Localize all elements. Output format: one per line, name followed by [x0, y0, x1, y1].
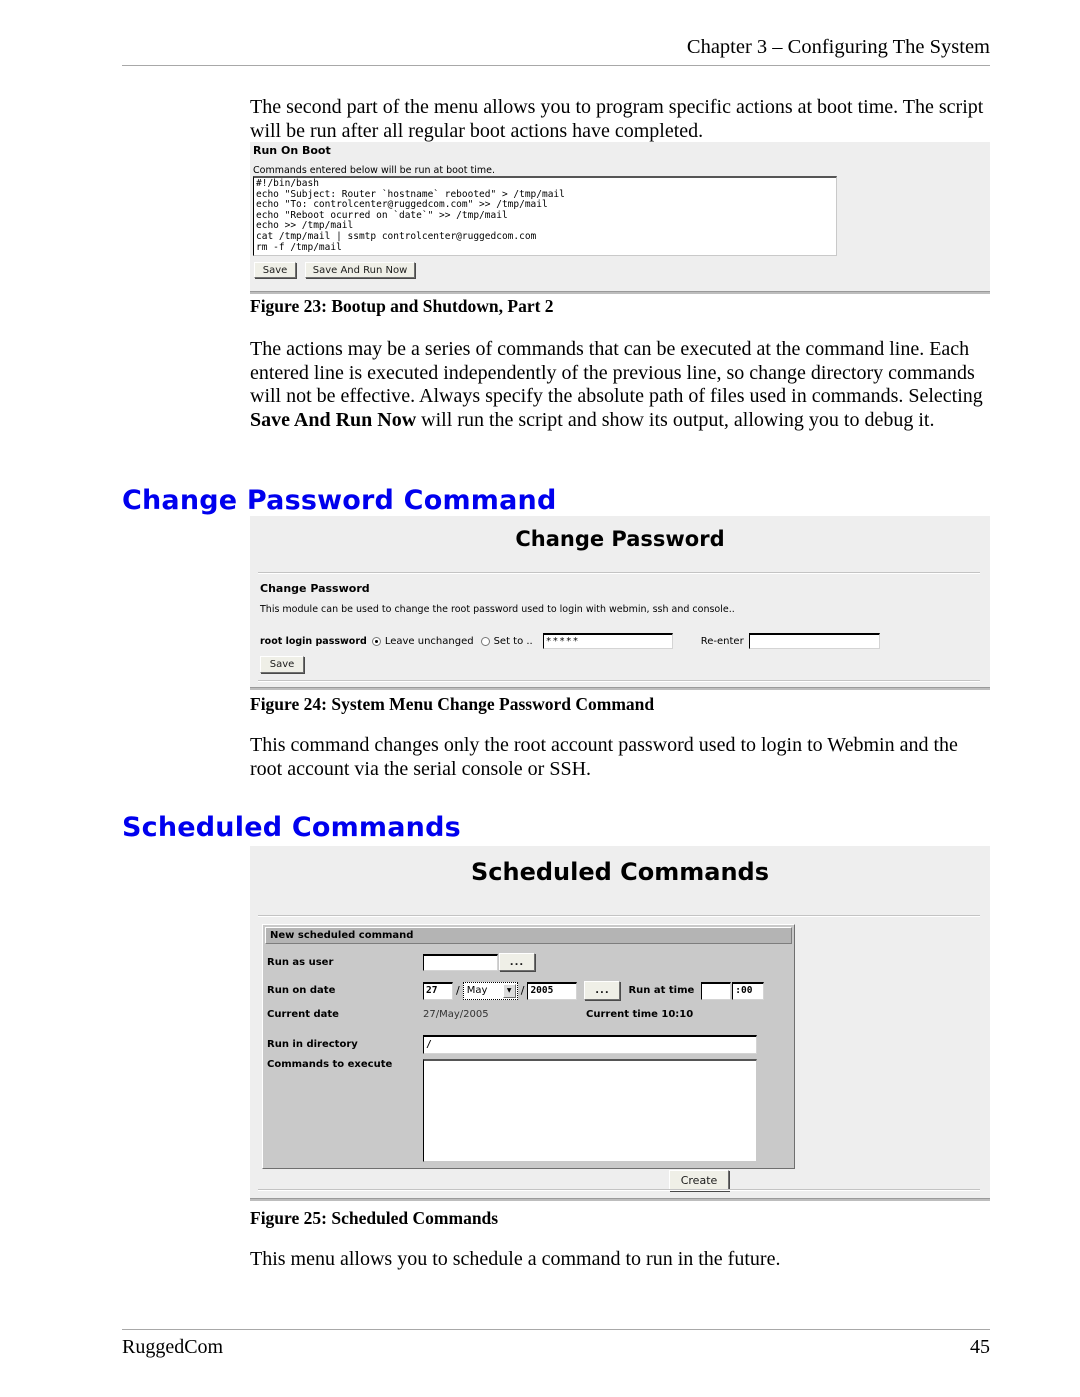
page-header-chapter: Chapter 3 – Configuring The System: [686, 36, 990, 58]
re-enter-label: Re-enter: [700, 635, 744, 647]
run-on-boot-save-button[interactable]: Save: [254, 262, 296, 278]
change-password-save-button[interactable]: Save: [260, 656, 304, 673]
actions-paragraph: The actions may be a series of commands …: [250, 338, 990, 432]
screenshot-bottom-edge: [250, 1198, 990, 1201]
run-on-date-calendar-button[interactable]: ...: [584, 981, 621, 1000]
section-title-scheduled-commands: Scheduled Commands: [122, 812, 461, 843]
run-on-date-day-input[interactable]: 27: [423, 981, 453, 1000]
actions-paragraph-tail: will run the script and show its output,…: [416, 408, 935, 431]
new-password-input[interactable]: *****: [542, 633, 673, 649]
footer-page-number: 45: [970, 1336, 990, 1358]
intro-paragraph: The second part of the menu allows you t…: [250, 96, 984, 142]
run-as-user-label: Run as user: [267, 956, 334, 968]
actions-paragraph-lead: The actions may be a series of commands …: [250, 338, 983, 407]
header-divider: [122, 65, 990, 66]
commands-to-execute-textarea[interactable]: [423, 1059, 757, 1162]
change-password-field-row: root login password Leave unchanged Set …: [260, 633, 880, 649]
footer-divider: [122, 1329, 990, 1330]
run-in-directory-row: Run in directory /: [267, 1035, 757, 1054]
scheduled-commands-page-title: Scheduled Commands: [470, 858, 770, 886]
screenshot-bottom-edge: [250, 687, 990, 690]
run-at-time-label: Run at time: [628, 985, 695, 996]
run-on-date-row: Run on date 27 / May ▼ / 2005 ... Run at…: [267, 981, 765, 1000]
change-password-page-title: Change Password: [515, 527, 725, 551]
scheduled-commands-footer-divider: [258, 1189, 980, 1191]
run-on-boot-description: Commands entered below will be run at bo…: [253, 165, 495, 176]
run-on-date-year-input[interactable]: 2005: [527, 981, 578, 1000]
current-date-row: Current date 27/May/2005 Current time 10…: [267, 1009, 693, 1020]
new-scheduled-command-header: New scheduled command: [265, 927, 792, 944]
run-in-directory-label: Run in directory: [267, 1039, 358, 1050]
run-at-time-hour-input[interactable]: [701, 981, 732, 1000]
run-at-time-minute-input[interactable]: :00: [732, 981, 765, 1000]
set-to-radio[interactable]: [480, 636, 490, 646]
run-in-directory-input[interactable]: /: [423, 1035, 757, 1054]
run-on-date-month-value: May: [466, 985, 488, 996]
root-login-password-label: root login password: [260, 635, 367, 647]
screenshot-bottom-edge: [250, 291, 990, 294]
date-separator-1: /: [456, 984, 460, 997]
run-on-date-month-select[interactable]: May ▼: [462, 981, 518, 1000]
section-title-change-password-command: Change Password Command: [122, 485, 557, 516]
run-on-date-label: Run on date: [267, 985, 336, 996]
run-as-user-input[interactable]: [423, 953, 498, 971]
current-date-value: 27/May/2005: [423, 1009, 489, 1020]
current-date-label: Current date: [267, 1009, 339, 1020]
date-separator-2: /: [520, 984, 525, 997]
figure-25-caption: Figure 25: Scheduled Commands: [250, 1208, 499, 1228]
new-scheduled-command-panel: New scheduled command Run as user ... Ru…: [262, 924, 795, 1191]
figure-23-caption: Figure 23: Bootup and Shutdown, Part 2: [250, 296, 554, 316]
set-to-label: Set to ..: [493, 635, 533, 647]
actions-paragraph-emphasis: Save And Run Now: [250, 408, 417, 431]
change-password-divider: [258, 572, 980, 574]
chevron-down-icon: ▼: [502, 983, 516, 998]
re-enter-password-input[interactable]: [748, 633, 880, 649]
change-password-footer-divider: [258, 680, 980, 682]
leave-unchanged-radio[interactable]: [371, 636, 381, 646]
run-on-boot-save-and-run-now-button[interactable]: Save And Run Now: [305, 262, 415, 278]
change-password-subheading: Change Password: [260, 582, 370, 595]
run-as-user-row: Run as user ...: [267, 953, 535, 971]
run-as-user-browse-button[interactable]: ...: [499, 953, 535, 971]
current-time-value: Current time 10:10: [586, 1009, 694, 1020]
commands-to-execute-label: Commands to execute: [267, 1059, 393, 1070]
change-password-paragraph: This command changes only the root accou…: [250, 734, 958, 780]
commands-to-execute-row: Commands to execute: [267, 1059, 757, 1162]
figure-24-caption: Figure 24: System Menu Change Password C…: [250, 694, 655, 714]
change-password-screenshot: Change Password Change Password This mod…: [250, 516, 990, 690]
leave-unchanged-label: Leave unchanged: [384, 635, 474, 647]
scheduled-commands-divider: [258, 915, 980, 917]
scheduled-commands-paragraph: This menu allows you to schedule a comma…: [250, 1248, 781, 1270]
scheduled-commands-screenshot: Scheduled Commands New scheduled command…: [250, 846, 990, 1201]
run-on-boot-title: Run On Boot: [253, 144, 331, 157]
change-password-description: This module can be used to change the ro…: [260, 604, 735, 615]
run-on-boot-screenshot: Run On Boot Commands entered below will …: [250, 142, 990, 294]
create-scheduled-command-button[interactable]: Create: [669, 1170, 729, 1191]
run-on-boot-script-textarea[interactable]: #!/bin/bash echo "Subject: Router `hostn…: [253, 176, 837, 256]
